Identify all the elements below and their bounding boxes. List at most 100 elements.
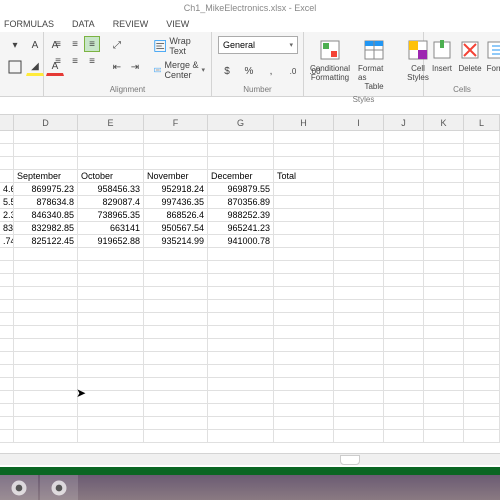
cell[interactable] xyxy=(274,430,334,443)
cell[interactable] xyxy=(0,391,14,404)
cell[interactable] xyxy=(424,404,464,417)
formula-bar[interactable] xyxy=(0,97,500,115)
sheet-tab-scroll[interactable] xyxy=(340,455,360,465)
cell[interactable] xyxy=(144,365,208,378)
cell[interactable]: December xyxy=(208,170,274,183)
cell[interactable] xyxy=(464,339,500,352)
cell[interactable] xyxy=(208,131,274,144)
cell[interactable] xyxy=(274,209,334,222)
cell[interactable] xyxy=(14,365,78,378)
comma-icon[interactable]: , xyxy=(262,62,280,80)
cell[interactable] xyxy=(274,248,334,261)
cell[interactable] xyxy=(464,391,500,404)
col-header-L[interactable]: L xyxy=(464,115,500,130)
cell[interactable] xyxy=(208,339,274,352)
cell[interactable]: 868526.4 xyxy=(144,209,208,222)
cell[interactable] xyxy=(208,326,274,339)
cell[interactable] xyxy=(424,235,464,248)
delete-button[interactable]: Delete xyxy=(458,36,482,75)
cell[interactable]: 958456.33 xyxy=(78,183,144,196)
cell[interactable] xyxy=(424,274,464,287)
cell[interactable] xyxy=(384,391,424,404)
col-header-H[interactable]: H xyxy=(274,115,334,130)
cell[interactable] xyxy=(334,352,384,365)
cell[interactable] xyxy=(78,313,144,326)
cell[interactable] xyxy=(0,339,14,352)
cell[interactable] xyxy=(208,157,274,170)
cell[interactable] xyxy=(334,248,384,261)
cell[interactable] xyxy=(424,378,464,391)
cell[interactable] xyxy=(424,144,464,157)
cell[interactable] xyxy=(274,235,334,248)
cell[interactable] xyxy=(384,222,424,235)
cell[interactable] xyxy=(208,430,274,443)
cell[interactable] xyxy=(78,352,144,365)
cell[interactable] xyxy=(274,183,334,196)
cell[interactable] xyxy=(0,300,14,313)
cell[interactable] xyxy=(274,157,334,170)
cell[interactable] xyxy=(274,365,334,378)
grid-body[interactable]: SeptemberOctoberNovemberDecemberTotal4.6… xyxy=(0,131,500,443)
cell[interactable] xyxy=(0,430,14,443)
cell[interactable] xyxy=(78,248,144,261)
cell[interactable] xyxy=(464,170,500,183)
cell[interactable] xyxy=(384,313,424,326)
col-header-G[interactable]: G xyxy=(208,115,274,130)
cell[interactable] xyxy=(144,378,208,391)
cell[interactable]: 869975.23 xyxy=(14,183,78,196)
cell[interactable] xyxy=(208,287,274,300)
cell[interactable]: 878634.8 xyxy=(14,196,78,209)
cell[interactable] xyxy=(14,391,78,404)
cell[interactable] xyxy=(464,404,500,417)
wrap-text-button[interactable]: Wrap Text xyxy=(154,36,205,56)
cell[interactable] xyxy=(14,300,78,313)
orientation-icon[interactable]: ⤢ xyxy=(108,36,126,54)
cell[interactable] xyxy=(274,339,334,352)
cell[interactable] xyxy=(144,313,208,326)
cell[interactable] xyxy=(464,313,500,326)
cell[interactable] xyxy=(78,131,144,144)
percent-icon[interactable]: % xyxy=(240,62,258,80)
cell[interactable] xyxy=(274,417,334,430)
cell[interactable] xyxy=(144,352,208,365)
cell[interactable]: 919652.88 xyxy=(78,235,144,248)
cell[interactable] xyxy=(208,248,274,261)
table-row[interactable] xyxy=(0,274,500,287)
cell[interactable] xyxy=(424,339,464,352)
cell[interactable] xyxy=(334,196,384,209)
cell[interactable] xyxy=(78,287,144,300)
cell[interactable] xyxy=(424,183,464,196)
cell[interactable] xyxy=(0,417,14,430)
cell[interactable] xyxy=(0,248,14,261)
cell[interactable]: November xyxy=(144,170,208,183)
table-row[interactable]: SeptemberOctoberNovemberDecemberTotal xyxy=(0,170,500,183)
spreadsheet-grid[interactable]: D E F G H I J K L SeptemberOctoberNovemb… xyxy=(0,115,500,465)
cell[interactable] xyxy=(144,391,208,404)
cell[interactable] xyxy=(424,170,464,183)
cell[interactable] xyxy=(144,430,208,443)
merge-center-button[interactable]: Merge & Center ▾ xyxy=(154,60,205,80)
tab-formulas[interactable]: FORMULAS xyxy=(4,19,54,29)
cell[interactable] xyxy=(274,404,334,417)
cell[interactable] xyxy=(14,157,78,170)
cell[interactable]: 834 xyxy=(0,222,14,235)
cell[interactable] xyxy=(384,287,424,300)
cell[interactable] xyxy=(334,300,384,313)
table-row[interactable] xyxy=(0,131,500,144)
cell[interactable] xyxy=(78,391,144,404)
cell[interactable] xyxy=(14,287,78,300)
cell[interactable] xyxy=(78,144,144,157)
cell[interactable] xyxy=(424,248,464,261)
cell[interactable]: 825122.45 xyxy=(14,235,78,248)
cell[interactable] xyxy=(14,339,78,352)
cell[interactable] xyxy=(464,196,500,209)
cell[interactable] xyxy=(464,287,500,300)
cell[interactable]: 988252.39 xyxy=(208,209,274,222)
cell[interactable] xyxy=(384,352,424,365)
cell[interactable] xyxy=(464,274,500,287)
cell[interactable] xyxy=(144,287,208,300)
col-header-F[interactable]: F xyxy=(144,115,208,130)
cell[interactable] xyxy=(0,365,14,378)
col-header-partial[interactable] xyxy=(0,115,14,130)
table-row[interactable] xyxy=(0,261,500,274)
